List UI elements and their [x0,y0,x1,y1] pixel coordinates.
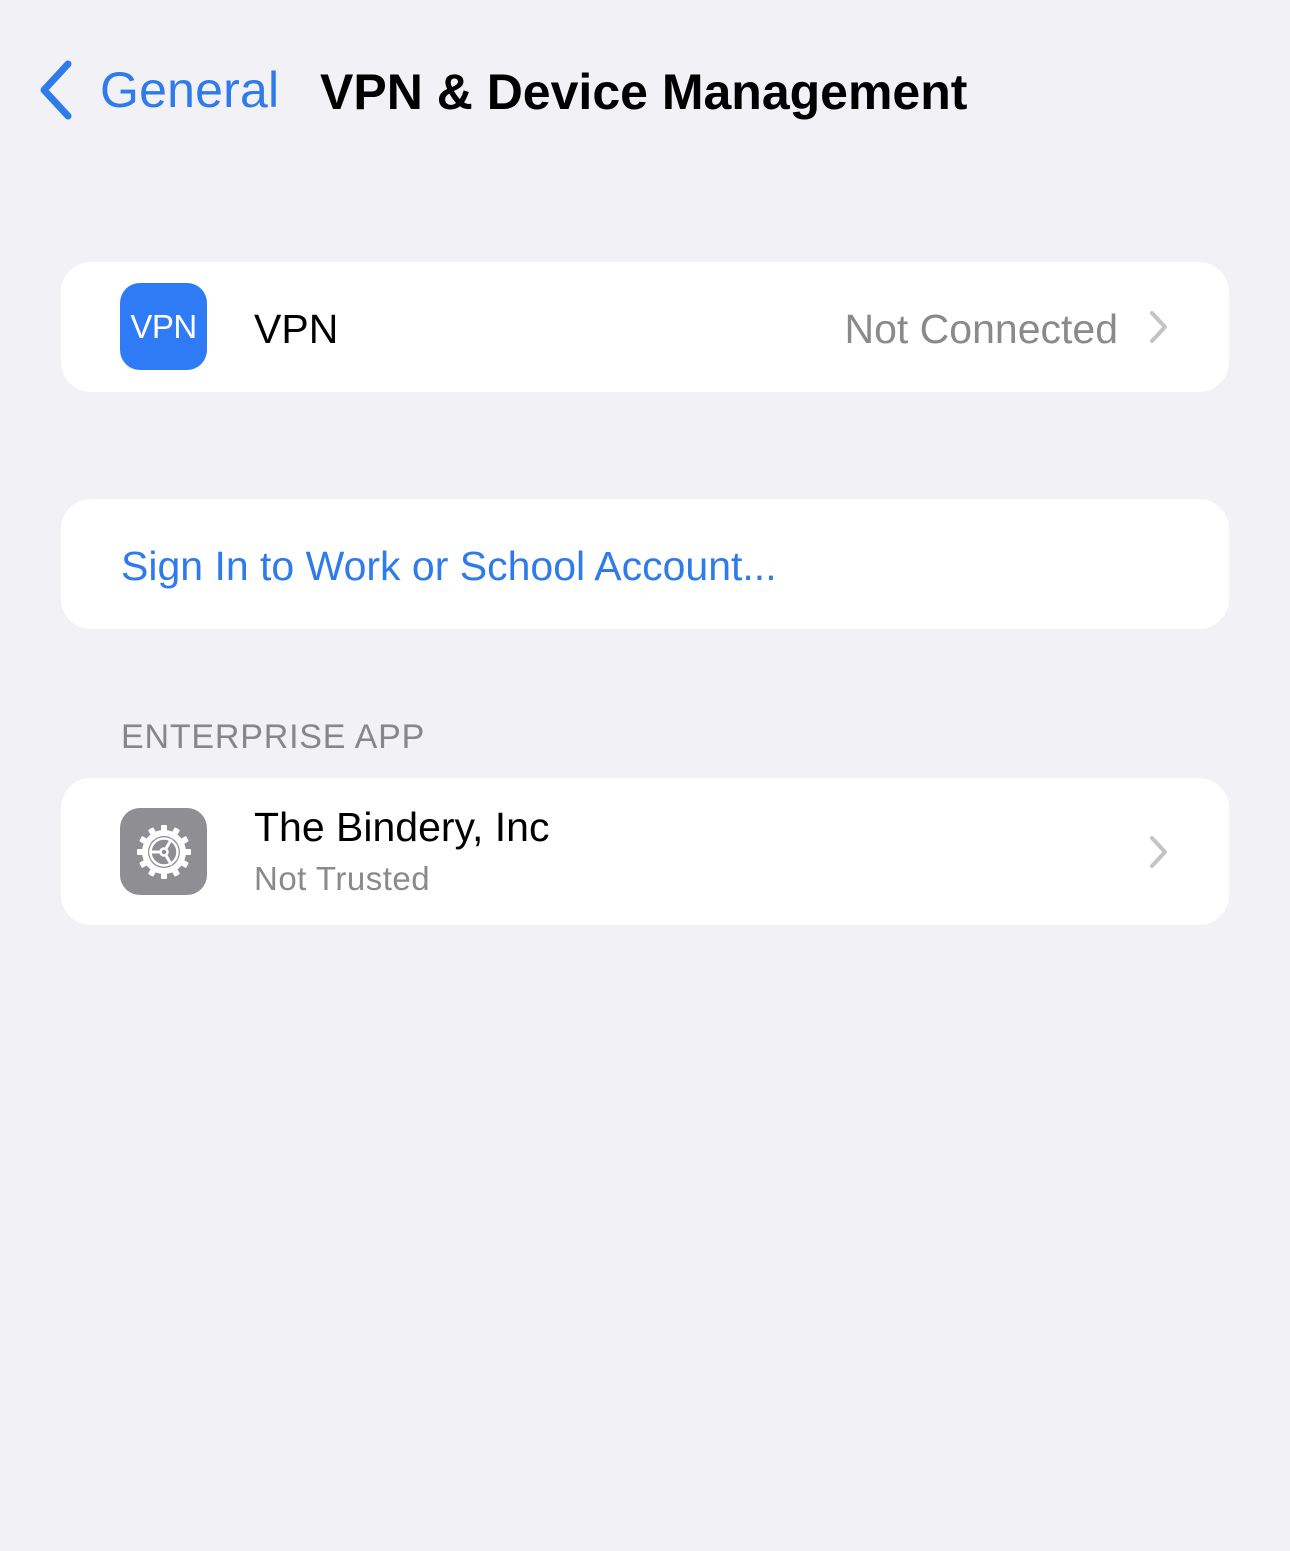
page-title: VPN & Device Management [320,64,968,120]
back-button-label: General [100,62,280,118]
settings-app-icon [120,808,207,895]
vpn-label: VPN [254,306,339,352]
navigation-bar: General VPN & Device Management [0,0,1290,180]
vpn-icon-text: VPN [130,307,197,345]
vpn-status: Not Connected [844,306,1118,352]
chevron-left-icon [40,60,72,120]
chevron-right-icon [1150,311,1167,343]
vpn-group: VPN VPN Not Connected [61,262,1229,392]
vpn-row[interactable]: VPN VPN Not Connected [61,262,1229,392]
enterprise-trust-status: Not Trusted [254,860,431,897]
signin-group: Sign In to Work or School Account... [61,499,1229,629]
settings-screen: General VPN & Device Management VPN VPN … [0,0,1290,1551]
gear-icon [136,824,191,879]
back-button[interactable]: General [36,58,279,122]
enterprise-group: The Bindery, Inc Not Trusted [61,778,1229,925]
enterprise-app-row[interactable]: The Bindery, Inc Not Trusted [61,778,1229,925]
sign-in-work-school-link[interactable]: Sign In to Work or School Account... [121,543,777,590]
chevron-right-icon [1150,836,1167,868]
enterprise-section-header: ENTERPRISE APP [121,718,426,756]
enterprise-app-name: The Bindery, Inc [254,804,550,850]
signin-row[interactable]: Sign In to Work or School Account... [61,499,1229,629]
vpn-icon: VPN [120,283,207,370]
